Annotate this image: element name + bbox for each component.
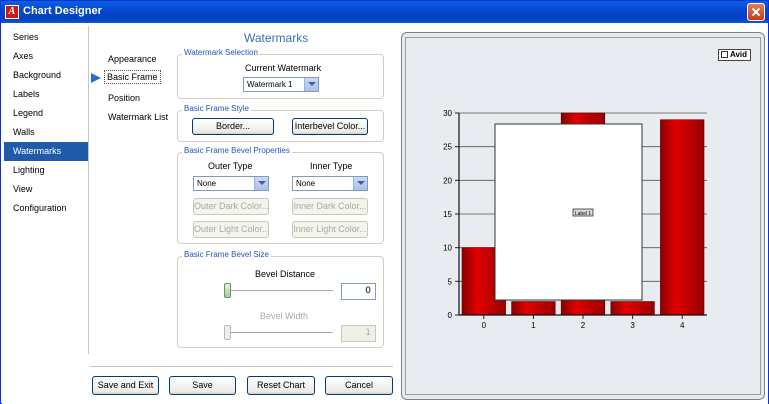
cancel-button[interactable]: Cancel — [325, 376, 393, 395]
inner-light-color-button[interactable]: Inner Light Color... — [292, 221, 368, 238]
bevel-width-input[interactable]: 1 — [341, 325, 376, 342]
nav-divider — [88, 26, 89, 354]
bevel-distance-label: Bevel Distance — [255, 269, 316, 279]
subnav-item-basic-frame[interactable]: Basic Frame — [104, 70, 161, 84]
bevel-properties-legend: Basic Frame Bevel Properties — [182, 146, 292, 155]
watermark-selection-legend: Watermark Selection — [182, 48, 260, 57]
outer-type-label: Outer Type — [208, 161, 253, 171]
chevron-down-icon[interactable] — [353, 177, 367, 190]
bevel-width-label: Bevel Width — [260, 311, 309, 321]
border-button[interactable]: Border... — [192, 118, 274, 135]
chevron-down-icon[interactable] — [304, 78, 318, 91]
chart-preview[interactable]: 0 5 10 15 20 25 30 0 1 2 3 4 Label 1 — [405, 97, 760, 337]
x-tick-label: 1 — [531, 321, 536, 330]
bevel-width-slider-thumb[interactable] — [224, 325, 231, 340]
y-tick-label: 0 — [448, 311, 453, 320]
bevel-distance-track[interactable] — [227, 290, 333, 292]
nav-item-walls[interactable]: Walls — [4, 123, 88, 142]
interbevel-color-button[interactable]: Interbevel Color... — [292, 118, 368, 135]
bevel-width-track[interactable] — [227, 332, 333, 334]
y-tick-label: 5 — [448, 277, 453, 286]
bevel-size-legend: Basic Frame Bevel Size — [182, 250, 271, 259]
outer-type-select[interactable]: None — [193, 176, 269, 191]
app-a-icon: A — [5, 5, 19, 19]
footer-divider — [90, 366, 393, 367]
save-button[interactable]: Save — [169, 376, 236, 395]
chart-designer-window: A Chart Designer Series Axes Background … — [0, 0, 769, 404]
bar[interactable] — [511, 301, 556, 316]
bar[interactable] — [610, 301, 655, 316]
watermark-frame[interactable] — [494, 123, 643, 301]
legend-item-avid[interactable]: Avid — [718, 49, 751, 61]
close-button[interactable] — [747, 3, 765, 21]
watermark-box[interactable]: Label 1 — [494, 123, 643, 301]
subnav-item-appearance[interactable]: Appearance — [106, 53, 159, 65]
current-watermark-value: Watermark 1 — [247, 80, 293, 89]
nav-item-series[interactable]: Series — [4, 28, 88, 47]
watermark-label: Label 1 — [575, 211, 592, 217]
panel-title: Watermarks — [244, 31, 309, 45]
y-tick-label: 30 — [443, 109, 452, 118]
bevel-distance-input[interactable]: 0 — [341, 283, 376, 300]
nav-item-watermarks[interactable]: Watermarks — [4, 142, 88, 161]
x-tick-label: 2 — [581, 321, 586, 330]
x-tick-label: 3 — [630, 321, 635, 330]
category-nav: Series Axes Background Labels Legend Wal… — [4, 28, 88, 218]
outer-dark-color-button[interactable]: Outer Dark Color... — [193, 198, 269, 215]
outer-light-color-button[interactable]: Outer Light Color... — [193, 221, 270, 238]
inner-dark-color-button[interactable]: Inner Dark Color... — [292, 198, 368, 215]
outer-type-value: None — [197, 179, 217, 188]
nav-item-legend[interactable]: Legend — [4, 104, 88, 123]
x-tick-label: 0 — [482, 321, 487, 330]
inner-type-label: Inner Type — [310, 161, 353, 171]
current-watermark-label: Current Watermark — [245, 63, 322, 73]
x-tick-label: 4 — [680, 321, 685, 330]
bevel-distance-slider-thumb[interactable] — [224, 283, 231, 298]
y-tick-label: 25 — [443, 143, 452, 152]
y-tick-label: 10 — [443, 244, 452, 253]
title-bar[interactable]: A Chart Designer — [1, 1, 768, 23]
nav-item-labels[interactable]: Labels — [4, 85, 88, 104]
selected-arrow-icon — [91, 73, 101, 83]
inner-type-select[interactable]: None — [292, 176, 368, 191]
window-title: Chart Designer — [23, 5, 102, 17]
nav-item-lighting[interactable]: Lighting — [4, 161, 88, 180]
nav-item-background[interactable]: Background — [4, 66, 88, 85]
nav-item-view[interactable]: View — [4, 180, 88, 199]
subnav-item-position[interactable]: Position — [106, 92, 142, 104]
y-tick-label: 20 — [443, 176, 452, 185]
nav-item-axes[interactable]: Axes — [4, 47, 88, 66]
subnav-item-watermark-list[interactable]: Watermark List — [106, 111, 170, 123]
nav-item-configuration[interactable]: Configuration — [4, 199, 88, 218]
inner-type-value: None — [296, 179, 316, 188]
basic-frame-style-legend: Basic Frame Style — [182, 104, 251, 113]
save-and-exit-button[interactable]: Save and Exit — [92, 376, 159, 395]
reset-chart-button[interactable]: Reset Chart — [247, 376, 315, 395]
y-tick-label: 15 — [443, 210, 452, 219]
current-watermark-select[interactable]: Watermark 1 — [243, 77, 319, 92]
chevron-down-icon[interactable] — [254, 177, 268, 190]
bar[interactable] — [660, 119, 705, 316]
